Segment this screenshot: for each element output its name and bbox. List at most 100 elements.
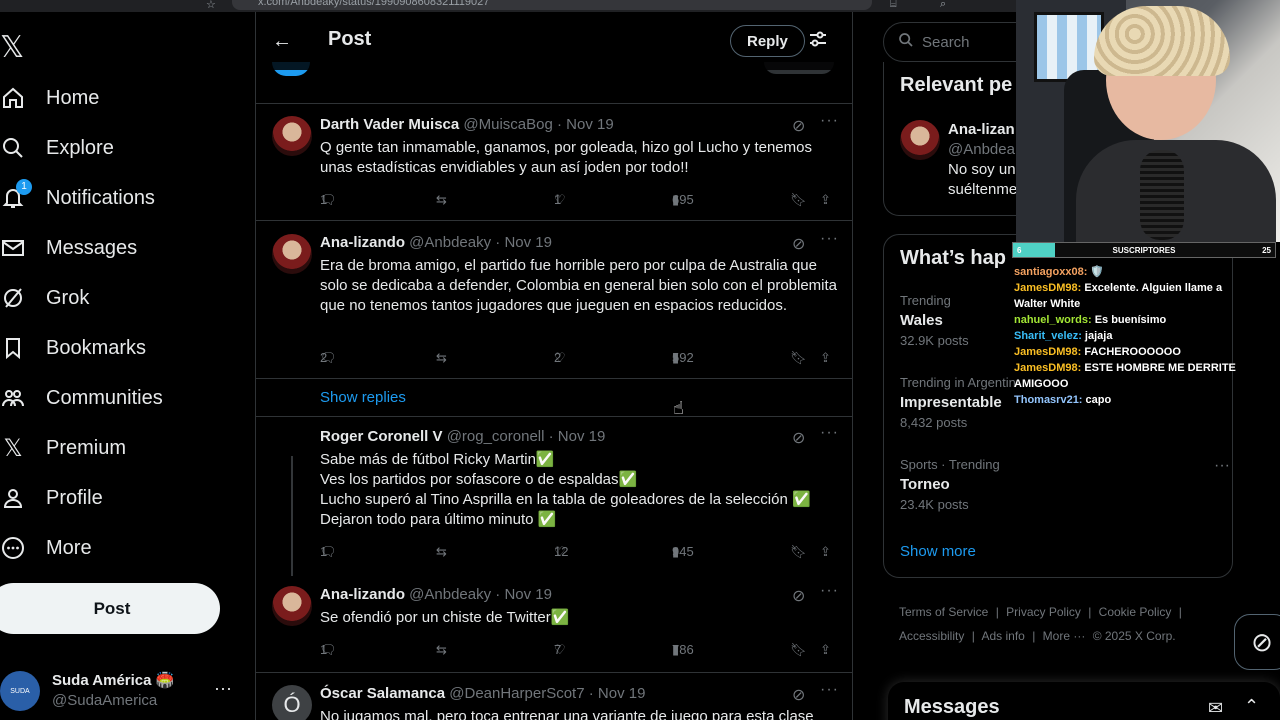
tweet-author[interactable]: Ana-lizando — [320, 586, 405, 603]
nav-notifications[interactable]: 1 Notifications — [0, 178, 155, 218]
nav-premium[interactable]: 𝕏 Premium — [0, 428, 126, 468]
footer-link[interactable]: Privacy Policy — [1006, 605, 1081, 619]
tweet-text: Sabe más de fútbol Ricky Martin✅ Ves los… — [320, 451, 811, 528]
bookmark-icon[interactable]: 🔖︎ — [790, 192, 807, 208]
bookmark-icon[interactable]: 🔖︎ — [790, 544, 807, 560]
bookmark-icon[interactable]: 🔖︎ — [790, 350, 807, 366]
sliders-icon[interactable] — [809, 30, 827, 53]
more-horizontal-icon[interactable]: ··· — [1214, 457, 1230, 475]
chat-username: Sharit_velez: — [1014, 330, 1085, 342]
repost-icon[interactable]: ⇆ — [436, 544, 447, 560]
grok-icon[interactable]: ⊘ — [792, 428, 805, 448]
nav-messages[interactable]: Messages — [0, 228, 137, 268]
relevant-handle[interactable]: @Anbdeak — [948, 140, 1022, 160]
tweet-actions: 🗨 2 ⇆ ♡ 2 ▮ 592 🔖︎ ⇪ — [320, 350, 831, 366]
new-message-icon[interactable]: ✉ — [1208, 698, 1223, 719]
show-more-link[interactable]: Show more — [900, 543, 976, 560]
nav-profile[interactable]: Profile — [0, 478, 103, 518]
footer-link[interactable]: Accessibility — [899, 629, 964, 643]
tweet-handle[interactable]: @rog_coronell · Nov 19 — [447, 428, 606, 445]
mail-icon — [0, 235, 26, 261]
chat-text: FACHEROOOOOO — [1084, 346, 1181, 358]
chat-message: Thomasrv21: capo — [1014, 392, 1250, 408]
trend-item[interactable]: Sports · Trending Torneo 23.4K posts ··· — [900, 457, 1230, 512]
show-replies-link[interactable]: Show replies — [320, 389, 406, 406]
tweet-handle[interactable]: @Anbdeaky · Nov 19 — [409, 234, 552, 251]
nav-home[interactable]: Home — [0, 78, 99, 118]
zoom-icon[interactable]: ⌕ — [940, 0, 946, 11]
share-icon[interactable]: ⇪ — [820, 544, 831, 560]
avatar[interactable]: Ó — [272, 685, 312, 720]
card-title: Relevant pe — [900, 74, 1013, 96]
microphone-icon — [1140, 150, 1184, 240]
nav-explore[interactable]: Explore — [0, 128, 114, 168]
tweet-handle[interactable]: @MuiscaBog · Nov 19 — [463, 116, 613, 133]
footer-link[interactable]: Ads info — [982, 629, 1025, 643]
share-icon[interactable]: ⇪ — [820, 350, 831, 366]
grok-icon[interactable]: ⊘ — [792, 116, 805, 136]
nav-more[interactable]: More — [0, 528, 92, 568]
share-icon[interactable]: ⇪ — [820, 642, 831, 658]
footer-separator: | — [1178, 605, 1182, 619]
people-icon — [0, 385, 26, 411]
footer-link[interactable]: Terms of Service — [899, 605, 988, 619]
footer-link[interactable]: Cookie Policy — [1099, 605, 1172, 619]
grok-icon[interactable]: ⊘ — [792, 685, 805, 705]
bookmark-star-icon[interactable]: ☆ — [206, 0, 216, 11]
more-horizontal-icon[interactable]: ··· — [820, 582, 839, 600]
expand-icon[interactable]: ⌃ — [1244, 696, 1259, 717]
avatar[interactable] — [272, 586, 312, 626]
more-horizontal-icon[interactable]: ··· — [820, 230, 839, 248]
avatar[interactable] — [900, 120, 940, 160]
footer-more-link[interactable]: More ··· — [1043, 629, 1086, 643]
chat-username: JamesDM98: — [1014, 346, 1085, 358]
avatar[interactable] — [272, 116, 312, 156]
grok-floating-button[interactable]: ⊘ — [1234, 614, 1280, 670]
reply-button[interactable]: Reply — [730, 25, 805, 57]
x-logo-icon[interactable]: 𝕏 — [0, 30, 24, 65]
x-icon: 𝕏 — [3, 434, 23, 462]
thread-line — [291, 456, 293, 576]
tweet-text: Era de broma amigo, el partido fue horri… — [320, 257, 838, 314]
more-horizontal-icon[interactable]: ··· — [820, 112, 839, 130]
grok-icon: ⊘ — [1251, 626, 1273, 657]
chat-message: santiagoxx08: 🛡️ — [1014, 264, 1250, 280]
tweet-author[interactable]: Roger Coronell V — [320, 428, 443, 445]
more-horizontal-icon[interactable]: ··· — [214, 678, 232, 699]
more-horizontal-icon[interactable]: ··· — [820, 424, 839, 442]
account-switcher[interactable]: SUDA Suda América 🏟️ @SudaAmerica ··· — [0, 666, 250, 716]
chat-text: capo — [1085, 394, 1112, 406]
chat-message: JamesDM98: FACHEROOOOOO — [1014, 344, 1250, 360]
messages-drawer[interactable]: Messages ✉ ⌃ — [888, 682, 1280, 720]
address-bar[interactable]: x.com/Anbdeaky/status/199090860832111902… — [232, 0, 872, 10]
chat-message: nahuel_words: Es buenísimo — [1014, 312, 1250, 328]
tweet-author[interactable]: Óscar Salamanca — [320, 685, 445, 702]
nav-label: Bookmarks — [46, 336, 147, 359]
grok-icon[interactable]: ⊘ — [792, 586, 805, 606]
chat-text: Es buenísimo — [1094, 314, 1167, 326]
repost-icon[interactable]: ⇆ — [436, 642, 447, 658]
nav-communities[interactable]: Communities — [0, 378, 163, 418]
bookmark-icon[interactable]: 🔖︎ — [790, 642, 807, 658]
tweet-author[interactable]: Darth Vader Muisca — [320, 116, 459, 133]
relevant-name[interactable]: Ana-lizan — [948, 120, 1022, 140]
extension-icon[interactable]: ⌸ — [890, 0, 897, 11]
chat-username: JamesDM98: — [1014, 282, 1085, 294]
post-button[interactable]: Post — [0, 583, 220, 634]
back-arrow-icon[interactable]: ← — [272, 30, 292, 53]
nav-bookmarks[interactable]: Bookmarks — [0, 328, 146, 368]
share-icon[interactable]: ⇪ — [820, 192, 831, 208]
repost-icon[interactable]: ⇆ — [436, 192, 447, 208]
nav-label: Profile — [46, 486, 103, 509]
avatar[interactable] — [272, 234, 312, 274]
tweet-actions: 🗨 1 ⇆ ♡ 7 ▮ 786 🔖︎ ⇪ — [320, 642, 831, 658]
tweet-author[interactable]: Ana-lizando — [320, 234, 405, 251]
tweet-text: No jugamos mal, pero toca entrenar una v… — [320, 708, 814, 720]
repost-icon[interactable]: ⇆ — [436, 350, 447, 366]
grok-icon[interactable]: ⊘ — [792, 234, 805, 254]
more-horizontal-icon[interactable]: ··· — [820, 681, 839, 699]
tweet-handle[interactable]: @DeanHarperScot7 · Nov 19 — [449, 685, 645, 702]
tweet-handle[interactable]: @Anbdeaky · Nov 19 — [409, 586, 552, 603]
nav-grok[interactable]: Grok — [0, 278, 89, 318]
person-icon — [0, 485, 26, 511]
